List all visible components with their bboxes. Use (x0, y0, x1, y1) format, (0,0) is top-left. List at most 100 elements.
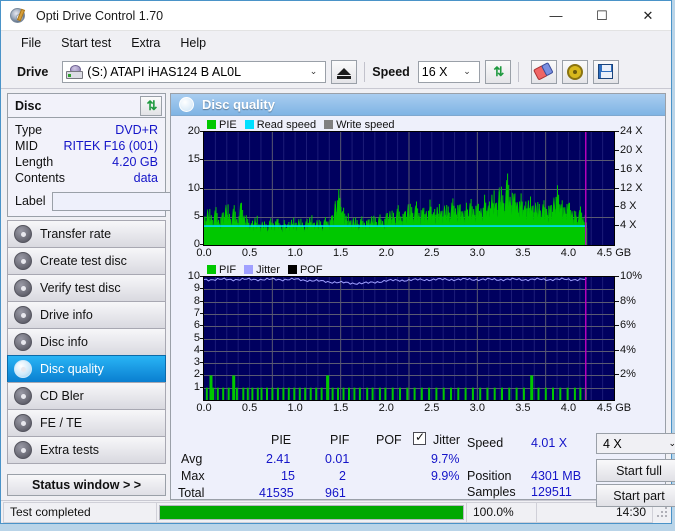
drive-select[interactable]: (S:) ATAPI iHAS124 B AL0L ⌄ (62, 60, 327, 83)
sidebar-item-label: Create test disc (40, 254, 127, 268)
erase-button[interactable] (530, 59, 557, 84)
sidebar-item-extra-tests[interactable]: Extra tests (7, 436, 166, 464)
disc-row-value: data (133, 171, 158, 185)
start-full-button[interactable]: Start full (596, 459, 675, 482)
sidebar-item-create-test-disc[interactable]: Create test disc (7, 247, 166, 275)
menu-item-help[interactable]: Help (170, 34, 216, 52)
disc-refresh-button[interactable]: ⇅ (140, 95, 162, 116)
samples-stat-value: 129511 (531, 485, 572, 499)
y-tick-label: 9 (193, 282, 205, 295)
progress-bar-fill (160, 505, 463, 519)
minimize-button[interactable]: — (533, 1, 579, 30)
sidebar: Disc ⇅ Type DVD+R MID RITEK F16 (001) Le… (1, 89, 255, 500)
disc-row-contents: Contents data (15, 170, 158, 186)
progress-percent: 100.0% (467, 501, 537, 523)
test-speed-select[interactable]: 4 X ⌄ (596, 433, 675, 454)
status-window-button[interactable]: Status window > > (7, 474, 166, 496)
x-tick-label: 0.0 (196, 402, 212, 414)
refresh-icon: ⇅ (493, 63, 504, 79)
y-tick-label-right: 4 X (615, 219, 637, 232)
disc-row-value: 4.20 GB (112, 155, 158, 169)
x-tick-label: 2.5 (424, 402, 440, 414)
toolbar-divider (364, 61, 366, 82)
sidebar-item-drive-info[interactable]: Drive info (7, 301, 166, 329)
settings-button[interactable] (561, 59, 588, 84)
pie-chart-legend: PIE Read speed Write speed (171, 118, 665, 131)
x-tick-label: 1.5 (333, 402, 349, 414)
x-tick-label: 2.0 (378, 247, 394, 259)
sidebar-item-fe-te[interactable]: FE / TE (7, 409, 166, 437)
y-tick-label: 5 (193, 331, 205, 344)
legend-swatch (287, 265, 297, 274)
disc-quality-pane: Disc quality PIE Read speed Write speed … (166, 89, 675, 507)
main-content: Disc ⇅ Type DVD+R MID RITEK F16 (001) Le… (1, 89, 675, 507)
sidebar-item-label: Drive info (40, 308, 93, 322)
x-tick-label: 0.5 (241, 402, 258, 414)
pif-chart-legend: PIF Jitter POF (171, 263, 665, 276)
y-tick-label: 5 (193, 209, 205, 222)
jitter-checkbox[interactable] (413, 430, 426, 445)
legend-swatch (207, 265, 216, 274)
x-tick-label: 3.0 (469, 402, 485, 414)
disc-icon (14, 360, 32, 378)
speed-label: Speed (372, 64, 410, 79)
pie-chart-plot[interactable] (203, 131, 615, 246)
menu-item-start-test[interactable]: Start test (51, 34, 121, 52)
sidebar-item-transfer-rate[interactable]: Transfer rate (7, 220, 166, 248)
eject-button[interactable] (331, 59, 358, 84)
sidebar-item-disc-info[interactable]: Disc info (7, 328, 166, 356)
maximize-button[interactable]: ☐ (579, 1, 625, 30)
stats-avg-jitter: 9.7% (431, 452, 460, 466)
save-button[interactable] (592, 59, 619, 84)
y-tick-label: 20 (187, 125, 205, 137)
error-stats-table: PIE PIF POF Jitter Avg 2.41 0.01 9.7% Ma… (173, 430, 463, 500)
test-speed-value: 4 X (603, 436, 622, 451)
start-part-button[interactable]: Start part (596, 484, 675, 507)
toolbar-divider-2 (517, 61, 519, 82)
disc-row-key: Length (15, 155, 54, 169)
sidebar-item-verify-test-disc[interactable]: Verify test disc (7, 274, 166, 302)
legend-label: POF (299, 263, 323, 276)
x-tick-label: 3.5 (515, 247, 531, 259)
pie-chart-x-axis: 0.0 0.5 1.0 1.5 2.0 2.5 3.0 3.5 4.0 4.5 GB (171, 246, 665, 261)
y-tick-label-right: 6% (615, 319, 636, 332)
sidebar-item-cd-bler[interactable]: CD Bler (7, 382, 166, 410)
pif-chart: PIF Jitter POF 1234 5 6 7 8 9 10 2% 4% 6… (171, 263, 665, 416)
position-stat-value: 4301 MB (531, 469, 582, 483)
disc-icon (14, 279, 32, 297)
close-button[interactable]: ✕ (625, 1, 671, 30)
progress-bar (159, 504, 464, 520)
status-progress-cell (157, 501, 467, 523)
legend-swatch (244, 265, 254, 274)
stats-row-avg-label: Avg (181, 452, 203, 466)
x-tick-label: 0.5 (241, 247, 258, 259)
y-tick-label: 6 (193, 319, 205, 332)
pif-chart-plot[interactable] (203, 276, 615, 401)
pif-chart-y-axis-right: 2% 4% 6% 8% 10% (614, 270, 655, 399)
sidebar-item-label: Disc quality (40, 362, 104, 376)
speed-select[interactable]: 16 X ⌄ (417, 60, 480, 83)
legend-label: PIE (219, 118, 237, 131)
disc-row-key: MID (15, 139, 38, 153)
legend-entry-pif: PIF (207, 264, 236, 276)
floppy-save-icon (598, 64, 614, 79)
resize-grip[interactable] (656, 506, 668, 518)
disc-row-key: Type (15, 123, 43, 137)
stats-max-pif: 2 (339, 469, 346, 483)
chevron-down-icon: ⌄ (668, 438, 675, 448)
disc-icon (14, 414, 32, 432)
sidebar-item-label: Verify test disc (40, 281, 121, 295)
chevron-down-icon: ⌄ (463, 66, 471, 76)
legend-swatch (324, 120, 334, 129)
menu-item-extra[interactable]: Extra (121, 34, 170, 52)
disc-info-panel: Disc ⇅ Type DVD+R MID RITEK F16 (001) Le… (7, 93, 255, 217)
drive-select-value: (S:) ATAPI iHAS124 B AL0L (87, 64, 242, 79)
charts-area: PIE Read speed Write speed 0 5 10 15 20 … (171, 116, 665, 427)
disc-properties: Type DVD+R MID RITEK F16 (001) Length 4.… (8, 118, 165, 189)
sidebar-item-disc-quality[interactable]: Disc quality (7, 355, 166, 383)
refresh-button[interactable]: ⇅ (484, 59, 511, 84)
menu-item-file[interactable]: File (11, 34, 51, 52)
stats-col-pof: POF (376, 433, 402, 447)
y-tick-label: 15 (187, 153, 205, 166)
stats-max-jitter: 9.9% (431, 469, 460, 483)
